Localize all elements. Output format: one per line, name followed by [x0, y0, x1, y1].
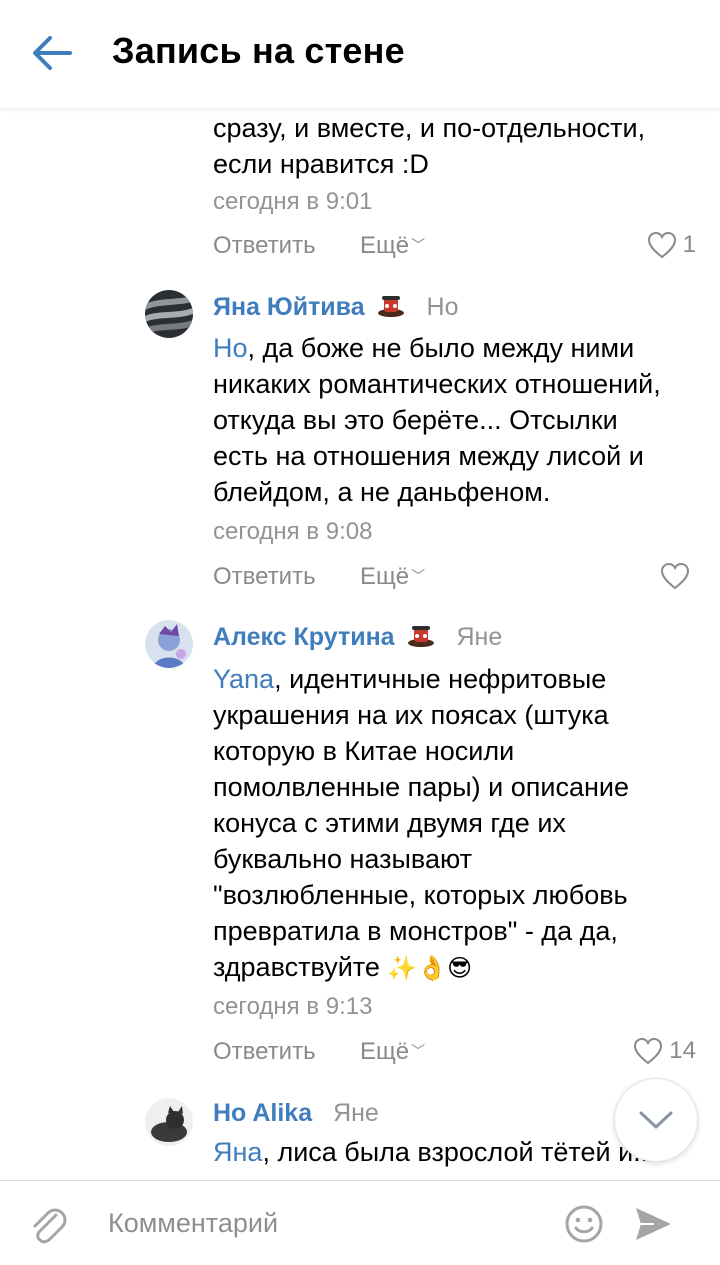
comment-text-line: Но, да боже не было между ними [213, 330, 683, 366]
comment-time: сегодня в 9:01 [213, 188, 373, 215]
comments-feed[interactable]: сразу, и вместе, и по-отдельности, если … [0, 108, 720, 1180]
comment-text-line: Яна, лиса была взрослой тётей и... [213, 1134, 683, 1170]
comment-text-line: помолвленные пары) и описание [213, 772, 629, 802]
comment-text-line: украшения на их поясах (штука [213, 700, 609, 730]
scroll-down-button[interactable] [614, 1078, 698, 1162]
avatar[interactable] [145, 290, 193, 338]
emoji-group: ✨👌😎 [387, 955, 473, 982]
comment-text-line: сразу, и вместе, и по-отдельности, [213, 113, 646, 143]
comment-input[interactable] [108, 1199, 548, 1247]
comment-author[interactable]: Ho Alika Яне [213, 1099, 379, 1128]
reply-button[interactable]: Ответить [213, 1038, 316, 1066]
smile-icon[interactable] [563, 1203, 605, 1245]
chevron-down-icon [639, 1111, 673, 1129]
comment-text-line: откуда вы это берёте... Отсылки [213, 405, 618, 435]
page-title: Запись на стене [112, 30, 405, 71]
comment-text-fragment: , идентичные нефритовые [274, 664, 607, 694]
avatar[interactable] [145, 620, 193, 668]
comment-text-line: никаких романтических отношений, [213, 369, 661, 399]
like-button[interactable]: 14 [633, 1036, 696, 1066]
reply-to-name[interactable]: Яне [456, 623, 502, 651]
comment-text-line: конуса с этими двумя где их [213, 808, 566, 838]
badge-icon [372, 293, 413, 321]
heart-icon [647, 231, 676, 259]
comment-text-fragment: , лиса была взрослой тётей и... [262, 1137, 656, 1167]
author-name[interactable]: Ho Alika [213, 1099, 312, 1127]
send-icon[interactable] [632, 1203, 674, 1245]
comment-author[interactable]: Алекс Крутина Яне [213, 623, 502, 652]
attach-icon[interactable] [26, 1203, 70, 1247]
comment-text-fragment: , да боже не было между ними [247, 333, 635, 363]
more-label: Ещё [360, 563, 410, 590]
comment-text-line: есть на отношения между лисой и [213, 441, 644, 471]
reply-button[interactable]: Ответить [213, 563, 316, 591]
more-label: Ещё [360, 232, 410, 259]
more-button[interactable]: Ещё ﹀ [360, 232, 425, 260]
badge-icon [402, 623, 443, 651]
mention-link[interactable]: Yana [213, 664, 274, 694]
more-label: Ещё [360, 1038, 410, 1065]
more-button[interactable]: Ещё ﹀ [360, 1038, 425, 1066]
back-arrow-icon[interactable] [30, 34, 74, 72]
comment-text: Но, да боже не было между ними никаких р… [213, 330, 683, 510]
comment-text: Yana, идентичные нефритовые украшения на… [213, 661, 683, 987]
like-button[interactable]: 1 [647, 230, 696, 260]
comment-text-line: здравствуйте ✨👌😎 [213, 949, 683, 987]
reply-to-name[interactable]: Яне [333, 1099, 379, 1127]
chevron-down-icon: ﹀ [411, 1043, 426, 1059]
like-count: 14 [669, 1037, 696, 1064]
heart-icon [634, 1037, 663, 1065]
comment-text: сразу, и вместе, и по-отдельности, если … [213, 110, 683, 182]
top-bar: Запись на стене [0, 0, 720, 108]
avatar[interactable] [145, 1098, 193, 1146]
reply-to-name[interactable]: Но [427, 293, 459, 321]
like-button[interactable] [660, 561, 696, 591]
chevron-down-icon: ﹀ [411, 237, 426, 253]
comment-text-line: буквально называют [213, 844, 472, 874]
heart-icon [660, 562, 690, 590]
chevron-down-icon: ﹀ [411, 568, 426, 584]
more-button[interactable]: Ещё ﹀ [360, 563, 425, 591]
comment-author[interactable]: Яна Юйтива Но [213, 293, 459, 322]
comment-text-line: если нравится :D [213, 149, 429, 179]
mention-link[interactable]: Яна [213, 1137, 262, 1167]
comment-time: сегодня в 9:13 [213, 993, 373, 1020]
like-count: 1 [682, 231, 696, 258]
author-name[interactable]: Алекс Крутина [213, 623, 395, 651]
comment-text-line: превратила в монстров" - да да, [213, 916, 618, 946]
comment-composer [0, 1180, 720, 1265]
comment-text-line: "возлюбленные, которых любовь [213, 880, 628, 910]
comment-text-line: блейдом, а не даньфеном. [213, 477, 551, 507]
mention-link[interactable]: Но [213, 333, 248, 363]
comment-text-fragment: здравствуйте [213, 952, 388, 982]
comment-text: Яна, лиса была взрослой тётей и... [213, 1134, 683, 1170]
comment-text-line: Yana, идентичные нефритовые [213, 661, 683, 697]
comment-text-line: которую в Китае носили [213, 736, 515, 766]
reply-button[interactable]: Ответить [213, 232, 316, 260]
author-name[interactable]: Яна Юйтива [213, 293, 365, 321]
comment-time: сегодня в 9:08 [213, 518, 373, 545]
